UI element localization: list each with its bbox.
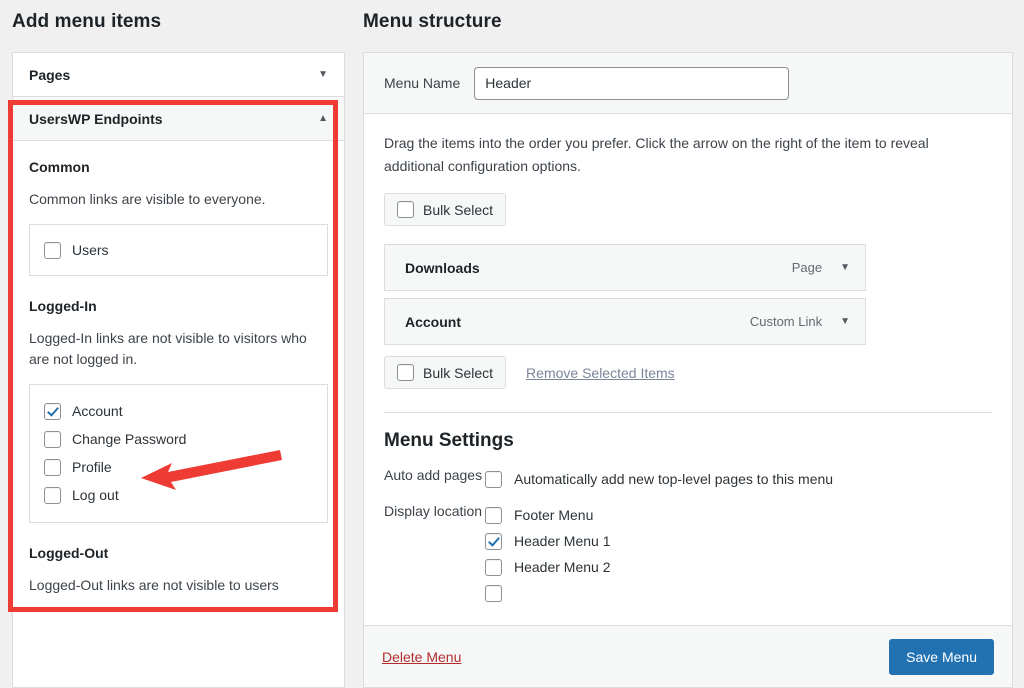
accordion-pages[interactable]: Pages ▼ <box>13 53 344 97</box>
checkbox-header-menu-2-label: Header Menu 2 <box>514 559 611 575</box>
checkbox-account-label: Account <box>72 403 123 419</box>
list-item[interactable] <box>485 580 611 606</box>
checkbox-log-out-label: Log out <box>72 487 119 503</box>
checkbox-users[interactable] <box>44 242 61 259</box>
checkbox-profile[interactable] <box>44 459 61 476</box>
list-item[interactable]: Header Menu 2 <box>485 554 611 580</box>
checkbox-additional-location[interactable] <box>485 585 502 602</box>
bulk-select-top-checkbox[interactable] <box>397 201 414 218</box>
setting-display-location: Display location Footer Menu Header Menu… <box>384 502 992 606</box>
list-item[interactable]: Automatically add new top-level pages to… <box>485 466 833 492</box>
list-item[interactable]: Footer Menu <box>485 502 611 528</box>
chevron-down-icon[interactable]: ▼ <box>318 70 328 80</box>
menu-name-label: Menu Name <box>384 75 460 91</box>
bulk-select-bottom-button[interactable]: Bulk Select <box>384 356 506 389</box>
menu-item-type: Custom Link <box>750 314 822 329</box>
checkbox-users-label: Users <box>72 242 109 258</box>
chevron-up-icon[interactable]: ▲ <box>318 114 328 124</box>
accordion-pages-label: Pages <box>29 67 70 83</box>
checkbox-change-password-label: Change Password <box>72 431 186 447</box>
group-desc-common: Common links are visible to everyone. <box>29 189 328 210</box>
list-item[interactable]: Account <box>44 397 313 425</box>
menu-settings-heading: Menu Settings <box>384 430 992 452</box>
save-menu-button[interactable]: Save Menu <box>889 639 994 675</box>
checkbox-footer-menu-label: Footer Menu <box>514 507 593 523</box>
menu-item-meta: Custom Link ▼ <box>750 314 850 329</box>
list-item[interactable]: Users <box>44 236 313 264</box>
checkbox-group-common: Users <box>29 224 328 276</box>
menu-name-bar: Menu Name <box>364 53 1012 114</box>
auto-add-pages-label: Auto add pages <box>384 466 485 483</box>
bulk-select-top-button[interactable]: Bulk Select <box>384 193 506 226</box>
menu-item-downloads[interactable]: Downloads Page ▼ <box>384 244 866 291</box>
checkbox-header-menu-1[interactable] <box>485 533 502 550</box>
menu-item-account[interactable]: Account Custom Link ▼ <box>384 298 866 345</box>
menu-item-meta: Page ▼ <box>792 260 850 275</box>
bulk-actions-row: Bulk Select Remove Selected Items <box>384 356 992 389</box>
group-desc-logged-out: Logged-Out links are not visible to user… <box>29 575 328 596</box>
menu-name-input[interactable] <box>474 67 789 100</box>
checkbox-group-logged-in: Account Change Password Profile Log out <box>29 384 328 523</box>
remove-selected-items-link[interactable]: Remove Selected Items <box>526 365 675 381</box>
checkbox-profile-label: Profile <box>72 459 112 475</box>
checkbox-header-menu-1-label: Header Menu 1 <box>514 533 611 549</box>
bulk-select-bottom-label: Bulk Select <box>423 365 493 381</box>
group-desc-logged-in: Logged-In links are not visible to visit… <box>29 328 328 370</box>
menu-item-type: Page <box>792 260 822 275</box>
group-title-common: Common <box>29 159 328 175</box>
checkbox-footer-menu[interactable] <box>485 507 502 524</box>
divider <box>384 412 992 413</box>
bulk-select-top-label: Bulk Select <box>423 202 493 218</box>
list-item[interactable]: Profile <box>44 453 313 481</box>
menu-structure-heading: Menu structure <box>363 11 502 33</box>
accordion-userswp-endpoints-label: UsersWP Endpoints <box>29 111 163 127</box>
chevron-down-icon[interactable]: ▼ <box>840 317 850 327</box>
list-item[interactable]: Header Menu 1 <box>485 528 611 554</box>
display-location-options: Footer Menu Header Menu 1 Header Menu 2 <box>485 502 611 606</box>
checkbox-account[interactable] <box>44 403 61 420</box>
drag-instructions: Drag the items into the order you prefer… <box>384 132 984 177</box>
add-menu-items-heading: Add menu items <box>12 11 161 33</box>
checkbox-auto-add-pages-label: Automatically add new top-level pages to… <box>514 471 833 487</box>
menu-item-title: Account <box>405 314 461 330</box>
wordpress-menus-screen: Add menu items Menu structure Pages ▼ Us… <box>0 0 1024 688</box>
display-location-label: Display location <box>384 502 485 519</box>
setting-auto-add-pages: Auto add pages Automatically add new top… <box>384 466 992 492</box>
bulk-select-bottom-checkbox[interactable] <box>397 364 414 381</box>
group-title-logged-in: Logged-In <box>29 298 328 314</box>
menu-structure-body: Drag the items into the order you prefer… <box>364 114 1012 606</box>
menu-item-title: Downloads <box>405 260 480 276</box>
group-title-logged-out: Logged-Out <box>29 545 328 561</box>
menu-actions-footer: Delete Menu Save Menu <box>364 625 1012 687</box>
list-item[interactable]: Log out <box>44 481 313 509</box>
delete-menu-link[interactable]: Delete Menu <box>382 649 461 665</box>
chevron-down-icon[interactable]: ▼ <box>840 263 850 273</box>
accordion-userswp-endpoints[interactable]: UsersWP Endpoints ▲ <box>13 97 344 141</box>
list-item[interactable]: Change Password <box>44 425 313 453</box>
menu-items-list: Downloads Page ▼ Account Custom Link ▼ <box>384 244 992 345</box>
checkbox-change-password[interactable] <box>44 431 61 448</box>
checkbox-header-menu-2[interactable] <box>485 559 502 576</box>
checkbox-auto-add-pages[interactable] <box>485 471 502 488</box>
add-menu-items-panel: Pages ▼ UsersWP Endpoints ▲ Common Commo… <box>12 52 345 688</box>
menu-structure-panel: Menu Name Drag the items into the order … <box>363 52 1013 688</box>
accordion-body: Common Common links are visible to every… <box>13 141 344 616</box>
auto-add-pages-options: Automatically add new top-level pages to… <box>485 466 833 492</box>
checkbox-log-out[interactable] <box>44 487 61 504</box>
